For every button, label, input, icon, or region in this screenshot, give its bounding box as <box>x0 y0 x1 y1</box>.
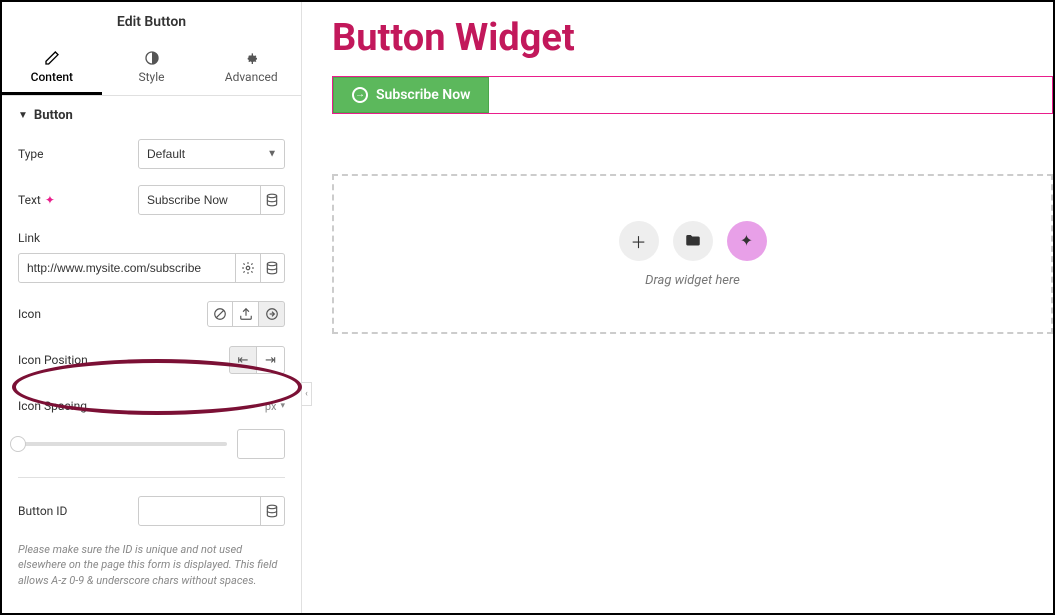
gear-icon <box>241 261 255 275</box>
half-circle-icon <box>144 50 160 66</box>
icon-spacing-number-input[interactable] <box>237 429 285 459</box>
button-id-input[interactable] <box>138 496 261 526</box>
button-id-label: Button ID <box>18 504 138 518</box>
ai-widget-button[interactable]: ✦ <box>727 221 767 261</box>
type-label: Type <box>18 147 138 161</box>
arrow-right-circle-icon: → <box>352 87 368 103</box>
align-left-icon: ⇤ <box>238 353 249 368</box>
plus-icon: ＋ <box>630 229 646 253</box>
icon-position-after-button[interactable]: ⇥ <box>257 346 285 374</box>
icon-upload-button[interactable] <box>233 301 259 327</box>
subscribe-button-preview[interactable]: → Subscribe Now <box>333 77 489 113</box>
page-title: Button Widget <box>332 16 1053 60</box>
template-library-button[interactable] <box>673 221 713 261</box>
database-icon <box>265 504 279 518</box>
unit-selector[interactable]: px ▾ <box>265 400 285 413</box>
icon-spacing-label: Icon Spacing <box>18 399 138 413</box>
sparkle-icon: ✦ <box>740 231 753 250</box>
editor-sidebar: Edit Button Content Style Advanced ▼ But… <box>2 2 302 613</box>
chevron-left-icon: ‹ <box>305 389 308 399</box>
align-right-icon: ⇥ <box>265 353 276 368</box>
drop-zone[interactable]: ＋ ✦ Drag widget here <box>332 174 1053 334</box>
folder-icon <box>684 232 702 250</box>
icon-spacing-slider[interactable] <box>18 442 227 446</box>
button-id-help: Please make sure the ID is unique and no… <box>18 542 285 588</box>
ai-sparkle-icon: ✦ <box>45 193 55 207</box>
pencil-icon <box>44 50 60 66</box>
upload-icon <box>239 307 253 321</box>
link-label: Link <box>18 231 285 245</box>
button-widget-container[interactable]: → Subscribe Now <box>332 76 1053 114</box>
gear-icon <box>243 50 259 66</box>
database-icon <box>265 193 279 207</box>
drop-zone-text: Drag widget here <box>645 273 740 288</box>
link-input[interactable] <box>18 253 236 283</box>
ban-icon <box>213 307 227 321</box>
sidebar-title: Edit Button <box>2 2 301 40</box>
icon-position-before-button[interactable]: ⇤ <box>229 346 257 374</box>
dynamic-tags-button[interactable] <box>261 185 286 215</box>
icon-position-label: Icon Position <box>18 353 138 367</box>
button-id-dynamic-button[interactable] <box>261 496 286 526</box>
icon-library-button[interactable] <box>259 301 285 327</box>
database-icon <box>265 261 279 275</box>
caret-down-icon: ▼ <box>18 110 28 121</box>
tab-content[interactable]: Content <box>2 40 102 95</box>
sidebar-collapse-toggle[interactable]: ‹ <box>302 382 312 406</box>
section-button-toggle[interactable]: ▼ Button <box>18 108 285 123</box>
text-label: Text ✦ <box>18 193 138 207</box>
type-select[interactable] <box>138 139 285 169</box>
link-options-button[interactable] <box>236 253 260 283</box>
arrow-right-circle-icon <box>265 307 279 321</box>
icon-label: Icon <box>18 307 138 321</box>
add-widget-button[interactable]: ＋ <box>619 221 659 261</box>
panel-body: ▼ Button Type ▼ Text ✦ <box>2 96 301 613</box>
icon-none-button[interactable] <box>207 301 233 327</box>
tab-advanced[interactable]: Advanced <box>201 40 301 95</box>
divider <box>18 477 285 478</box>
slider-thumb[interactable] <box>10 436 26 452</box>
link-dynamic-button[interactable] <box>261 253 285 283</box>
editor-canvas: Button Widget → Subscribe Now ＋ ✦ Drag w <box>302 2 1053 613</box>
chevron-down-icon: ▾ <box>280 401 285 411</box>
text-input[interactable] <box>138 185 261 215</box>
editor-tabs: Content Style Advanced <box>2 40 301 96</box>
tab-style[interactable]: Style <box>102 40 202 95</box>
